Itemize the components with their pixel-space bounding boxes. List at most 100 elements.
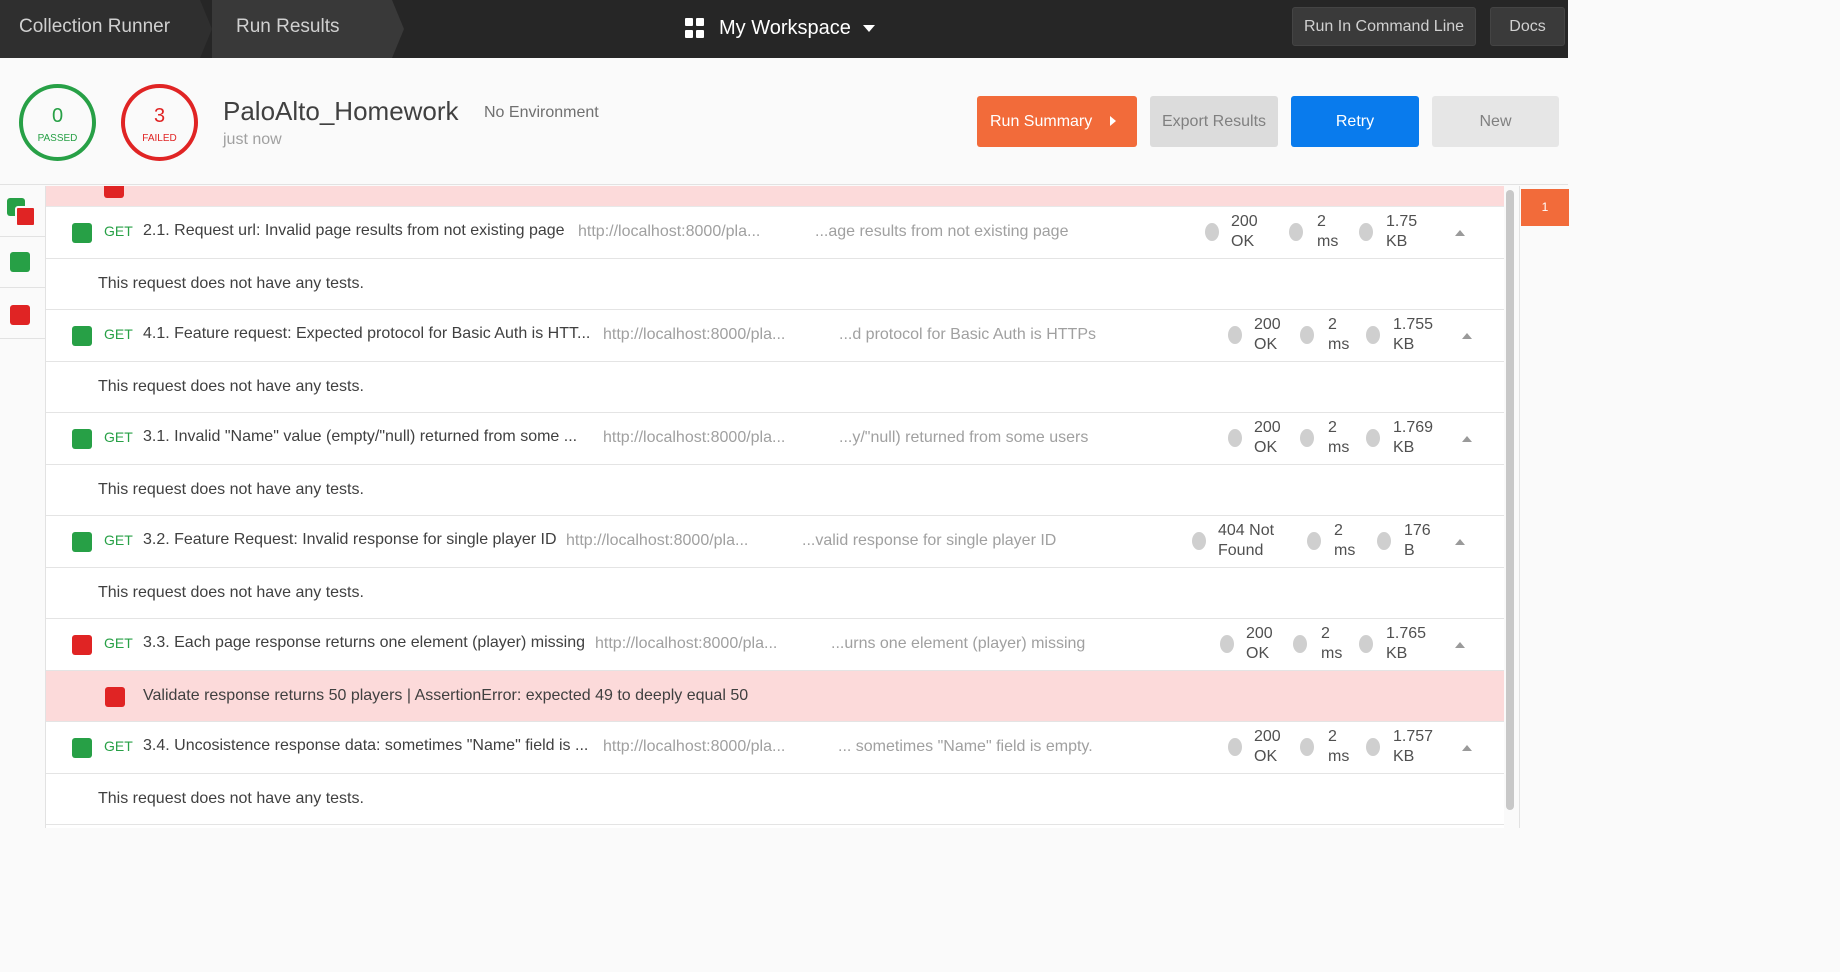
request-url: http://localhost:8000/pla...	[578, 223, 761, 240]
passed-count: 0	[51, 105, 64, 127]
chevron-up-icon[interactable]	[1455, 539, 1465, 545]
status-dot-icon	[1228, 429, 1242, 447]
fail-square-icon	[72, 635, 92, 655]
request-name: 3.1. Invalid "Name" value (empty/"null) …	[143, 428, 578, 445]
time-dot-icon	[1300, 738, 1314, 756]
request-results-list: GET 2.1. Request url: Invalid page resul…	[46, 186, 1504, 828]
request-name: 2.1. Request url: Invalid page results f…	[143, 222, 565, 239]
request-method: GET	[104, 326, 133, 342]
test-message: This request does not have any tests.	[98, 481, 364, 498]
export-results-button[interactable]: Export Results	[1150, 96, 1278, 147]
caret-right-icon	[1110, 116, 1116, 126]
request-name: 4.1. Feature request: Expected protocol …	[143, 325, 591, 342]
response-status: 200 OK	[1254, 419, 1281, 456]
failed-label: FAILED	[142, 133, 177, 144]
pass-square-icon	[72, 738, 92, 758]
status-dot-icon	[1205, 223, 1219, 241]
failure-marker[interactable]: 1	[1521, 189, 1569, 226]
request-name: 3.3. Each page response returns one elem…	[143, 634, 586, 651]
size-dot-icon	[1359, 223, 1373, 241]
request-description: ...d protocol for Basic Auth is HTTPs	[839, 326, 1096, 343]
response-size: 1.769 KB	[1393, 419, 1434, 456]
docs-button[interactable]: Docs	[1490, 7, 1565, 46]
chevron-up-icon[interactable]	[1462, 745, 1472, 751]
run-summary-header: 0 PASSED 3 FAILED PaloAlto_Homework No E…	[0, 58, 1568, 185]
response-size: 1.765 KB	[1386, 625, 1427, 662]
response-time: 2 ms	[1328, 419, 1350, 456]
response-status: 200 OK	[1246, 625, 1273, 662]
workspace-switcher[interactable]: My Workspace	[685, 12, 875, 44]
test-results: This request does not have any tests.	[46, 568, 1504, 619]
status-dot-icon	[1220, 635, 1234, 653]
pass-square-icon	[72, 223, 92, 243]
request-method: GET	[104, 429, 133, 445]
passed-label: PASSED	[37, 133, 78, 144]
size-dot-icon	[1377, 532, 1391, 550]
response-time: 2 ms	[1334, 522, 1356, 559]
pass-square-icon	[10, 252, 30, 272]
filter-passed[interactable]	[0, 237, 45, 288]
time-dot-icon	[1293, 635, 1307, 653]
response-time: 2 ms	[1328, 316, 1350, 353]
run-in-command-line-button[interactable]: Run In Command Line	[1292, 7, 1476, 46]
time-dot-icon	[1300, 429, 1314, 447]
new-button[interactable]: New	[1432, 96, 1559, 147]
breadcrumb-run-results[interactable]: Run Results	[212, 0, 392, 58]
top-bar: Collection Runner Run Results My Workspa…	[0, 0, 1568, 58]
filter-failed[interactable]	[0, 288, 45, 339]
failed-count: 3	[153, 105, 166, 127]
request-url: http://localhost:8000/pla...	[595, 635, 778, 652]
pass-square-icon	[72, 326, 92, 346]
test-message: This request does not have any tests.	[98, 378, 364, 395]
size-dot-icon	[1366, 429, 1380, 447]
workspace-grid-icon	[685, 18, 705, 38]
request-row[interactable]: GET 3.2. Feature Request: Invalid respon…	[46, 516, 1504, 568]
request-description: ...valid response for single player ID	[802, 532, 1057, 549]
breadcrumb-collection-runner[interactable]: Collection Runner	[0, 0, 200, 58]
response-status: 404 Not Found	[1218, 522, 1275, 559]
passed-counter: 0 PASSED	[19, 84, 96, 161]
chevron-up-icon[interactable]	[1455, 642, 1465, 648]
response-time: 2 ms	[1317, 213, 1339, 250]
size-dot-icon	[1366, 738, 1380, 756]
request-row[interactable]: GET 3.1. Invalid "Name" value (empty/"nu…	[46, 413, 1504, 465]
failed-counter: 3 FAILED	[121, 84, 198, 161]
test-message: This request does not have any tests.	[98, 790, 364, 807]
collection-name: PaloAlto_Homework	[223, 96, 459, 126]
chevron-up-icon[interactable]	[1462, 333, 1472, 339]
request-description: ...y/"null) returned from some users	[839, 429, 1089, 446]
test-results: This request does not have any tests.	[46, 465, 1504, 516]
request-description: ... sometimes "Name" field is empty.	[838, 738, 1093, 755]
chevron-up-icon[interactable]	[1462, 436, 1472, 442]
request-row[interactable]: GET 3.3. Each page response returns one …	[46, 619, 1504, 671]
test-results: This request does not have any tests.	[46, 362, 1504, 413]
breadcrumb-separator	[200, 0, 212, 58]
request-description: ...urns one element (player) missing	[831, 635, 1086, 652]
request-row[interactable]: GET 3.4. Uncosistence response data: som…	[46, 722, 1504, 774]
request-description: ...age results from not existing page	[815, 223, 1069, 240]
run-summary-button[interactable]: Run Summary	[977, 96, 1137, 147]
list-scrollbar[interactable]	[1506, 190, 1514, 810]
filter-all[interactable]	[0, 186, 45, 237]
request-url: http://localhost:8000/pla...	[603, 429, 786, 446]
fail-square-icon	[10, 305, 30, 325]
retry-button[interactable]: Retry	[1291, 96, 1419, 147]
response-time: 2 ms	[1328, 728, 1350, 765]
failure-navigator: 1	[1519, 186, 1569, 828]
environment-label: No Environment	[484, 104, 599, 121]
chevron-up-icon[interactable]	[1455, 230, 1465, 236]
pass-square-icon	[72, 429, 92, 449]
fail-square-icon	[105, 687, 125, 707]
run-summary-label: Run Summary	[990, 113, 1093, 130]
status-dot-icon	[1228, 326, 1242, 344]
fail-square-icon	[104, 186, 124, 198]
filter-sidebar	[0, 186, 46, 828]
request-row[interactable]: GET 2.1. Request url: Invalid page resul…	[46, 207, 1504, 259]
response-size: 1.75 KB	[1386, 213, 1418, 250]
status-dot-icon	[1192, 532, 1206, 550]
size-dot-icon	[1366, 326, 1380, 344]
test-result-row-partial	[46, 186, 1504, 207]
test-assertion-error: Validate response returns 50 players | A…	[143, 687, 749, 704]
request-row[interactable]: GET 4.1. Feature request: Expected proto…	[46, 310, 1504, 362]
test-message: This request does not have any tests.	[98, 584, 364, 601]
